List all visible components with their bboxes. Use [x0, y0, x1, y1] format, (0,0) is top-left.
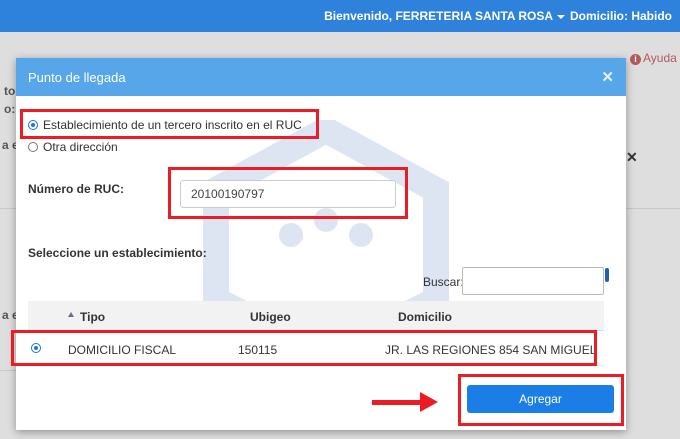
cell-ubigeo: 150115	[238, 343, 278, 357]
search-input[interactable]	[462, 267, 604, 295]
top-header: Bienvenido, FERRETERIA SANTA ROSA Domici…	[0, 0, 680, 32]
modal-header: Punto de llegada ✕	[16, 58, 626, 96]
modal-title: Punto de llegada	[28, 70, 126, 85]
bg-text-fragment: to	[4, 84, 16, 98]
radio-checked-icon[interactable]	[28, 120, 38, 130]
option-otra-direccion[interactable]: Otra dirección	[28, 140, 118, 154]
welcome-text: Bienvenido, FERRETERIA SANTA ROSA	[324, 9, 553, 23]
table-header: Tipo Ubigeo Domicilio	[28, 301, 604, 331]
cell-domicilio: JR. LAS REGIONES 854 SAN MIGUEL	[385, 343, 597, 357]
help-link[interactable]: i Ayuda	[630, 51, 677, 65]
bg-divider	[0, 208, 16, 209]
info-icon: i	[630, 54, 641, 65]
select-establishment-label: Seleccione un establecimiento:	[28, 246, 207, 260]
annotation-arrow-head-icon	[420, 392, 438, 412]
help-label: Ayuda	[643, 51, 677, 65]
agregar-button[interactable]: Agregar	[467, 385, 614, 413]
annotation-arrow-icon	[372, 400, 424, 405]
bg-text-fragment: o:	[4, 102, 16, 116]
column-header-ubigeo[interactable]: Ubigeo	[250, 310, 291, 324]
bg-divider	[626, 208, 680, 209]
option-tercero-ruc[interactable]: Establecimiento de un tercero inscrito e…	[28, 118, 302, 132]
punto-llegada-modal: Punto de llegada ✕ Establecimiento de un…	[16, 58, 626, 430]
row-select-radio[interactable]	[31, 343, 41, 353]
table-row[interactable]: DOMICILIO FISCAL 150115 JR. LAS REGIONES…	[28, 331, 604, 366]
bg-close-icon[interactable]: ✕	[626, 149, 638, 166]
cell-tipo: DOMICILIO FISCAL	[68, 343, 177, 357]
search-label: Buscar:	[423, 275, 464, 289]
scrollbar-thumb[interactable]	[605, 268, 609, 282]
caret-down-icon	[557, 14, 565, 19]
column-header-domicilio[interactable]: Domicilio	[398, 310, 452, 324]
ruc-label: Número de RUC:	[28, 182, 125, 196]
option-label: Otra dirección	[43, 140, 118, 154]
sort-asc-icon[interactable]	[68, 312, 74, 317]
radio-unchecked-icon[interactable]	[28, 142, 38, 152]
close-icon[interactable]: ✕	[601, 68, 614, 86]
option-label: Establecimiento de un tercero inscrito e…	[43, 118, 302, 132]
ruc-input[interactable]	[180, 180, 396, 208]
column-header-tipo[interactable]: Tipo	[80, 310, 105, 324]
domicilio-status: Domicilio: Habido	[570, 9, 672, 23]
user-menu[interactable]: Bienvenido, FERRETERIA SANTA ROSA	[324, 9, 565, 23]
bg-divider	[0, 370, 16, 371]
